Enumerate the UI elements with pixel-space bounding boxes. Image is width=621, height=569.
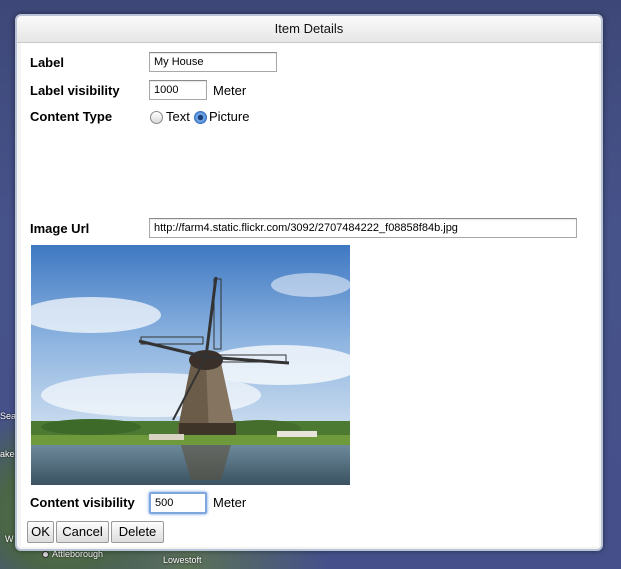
picture-radio-label[interactable]: Picture <box>209 109 249 124</box>
map-place-marker <box>42 551 49 558</box>
map-label-lake: ake <box>0 449 15 459</box>
image-url-caption: Image Url <box>30 221 90 236</box>
label-visibility-unit: Meter <box>213 83 247 98</box>
content-visibility-input[interactable] <box>149 492 207 514</box>
delete-button[interactable]: Delete <box>111 521 164 543</box>
content-visibility-unit: Meter <box>213 495 247 510</box>
dialog-title: Item Details <box>17 16 601 43</box>
image-url-input[interactable] <box>149 218 577 238</box>
dialog-body: Label Label visibility Meter Content Typ… <box>21 43 599 547</box>
map-label-w: W <box>5 534 14 544</box>
label-visibility-caption: Label visibility <box>30 83 120 98</box>
item-details-dialog: Item Details Label Label visibility Mete… <box>15 14 603 551</box>
ok-button[interactable]: OK <box>27 521 54 543</box>
cancel-button[interactable]: Cancel <box>56 521 109 543</box>
label-caption: Label <box>30 55 64 70</box>
content-type-caption: Content Type <box>30 109 113 124</box>
text-radio[interactable] <box>150 111 163 124</box>
text-radio-label[interactable]: Text <box>166 109 190 124</box>
map-label-sea: Sea <box>0 411 17 421</box>
content-visibility-caption: Content visibility <box>30 495 135 510</box>
windmill-photo <box>31 245 350 485</box>
picture-radio[interactable] <box>194 111 207 124</box>
label-visibility-input[interactable] <box>149 80 207 100</box>
label-input[interactable] <box>149 52 277 72</box>
map-label-lowestoft: Lowestoft <box>163 555 202 565</box>
